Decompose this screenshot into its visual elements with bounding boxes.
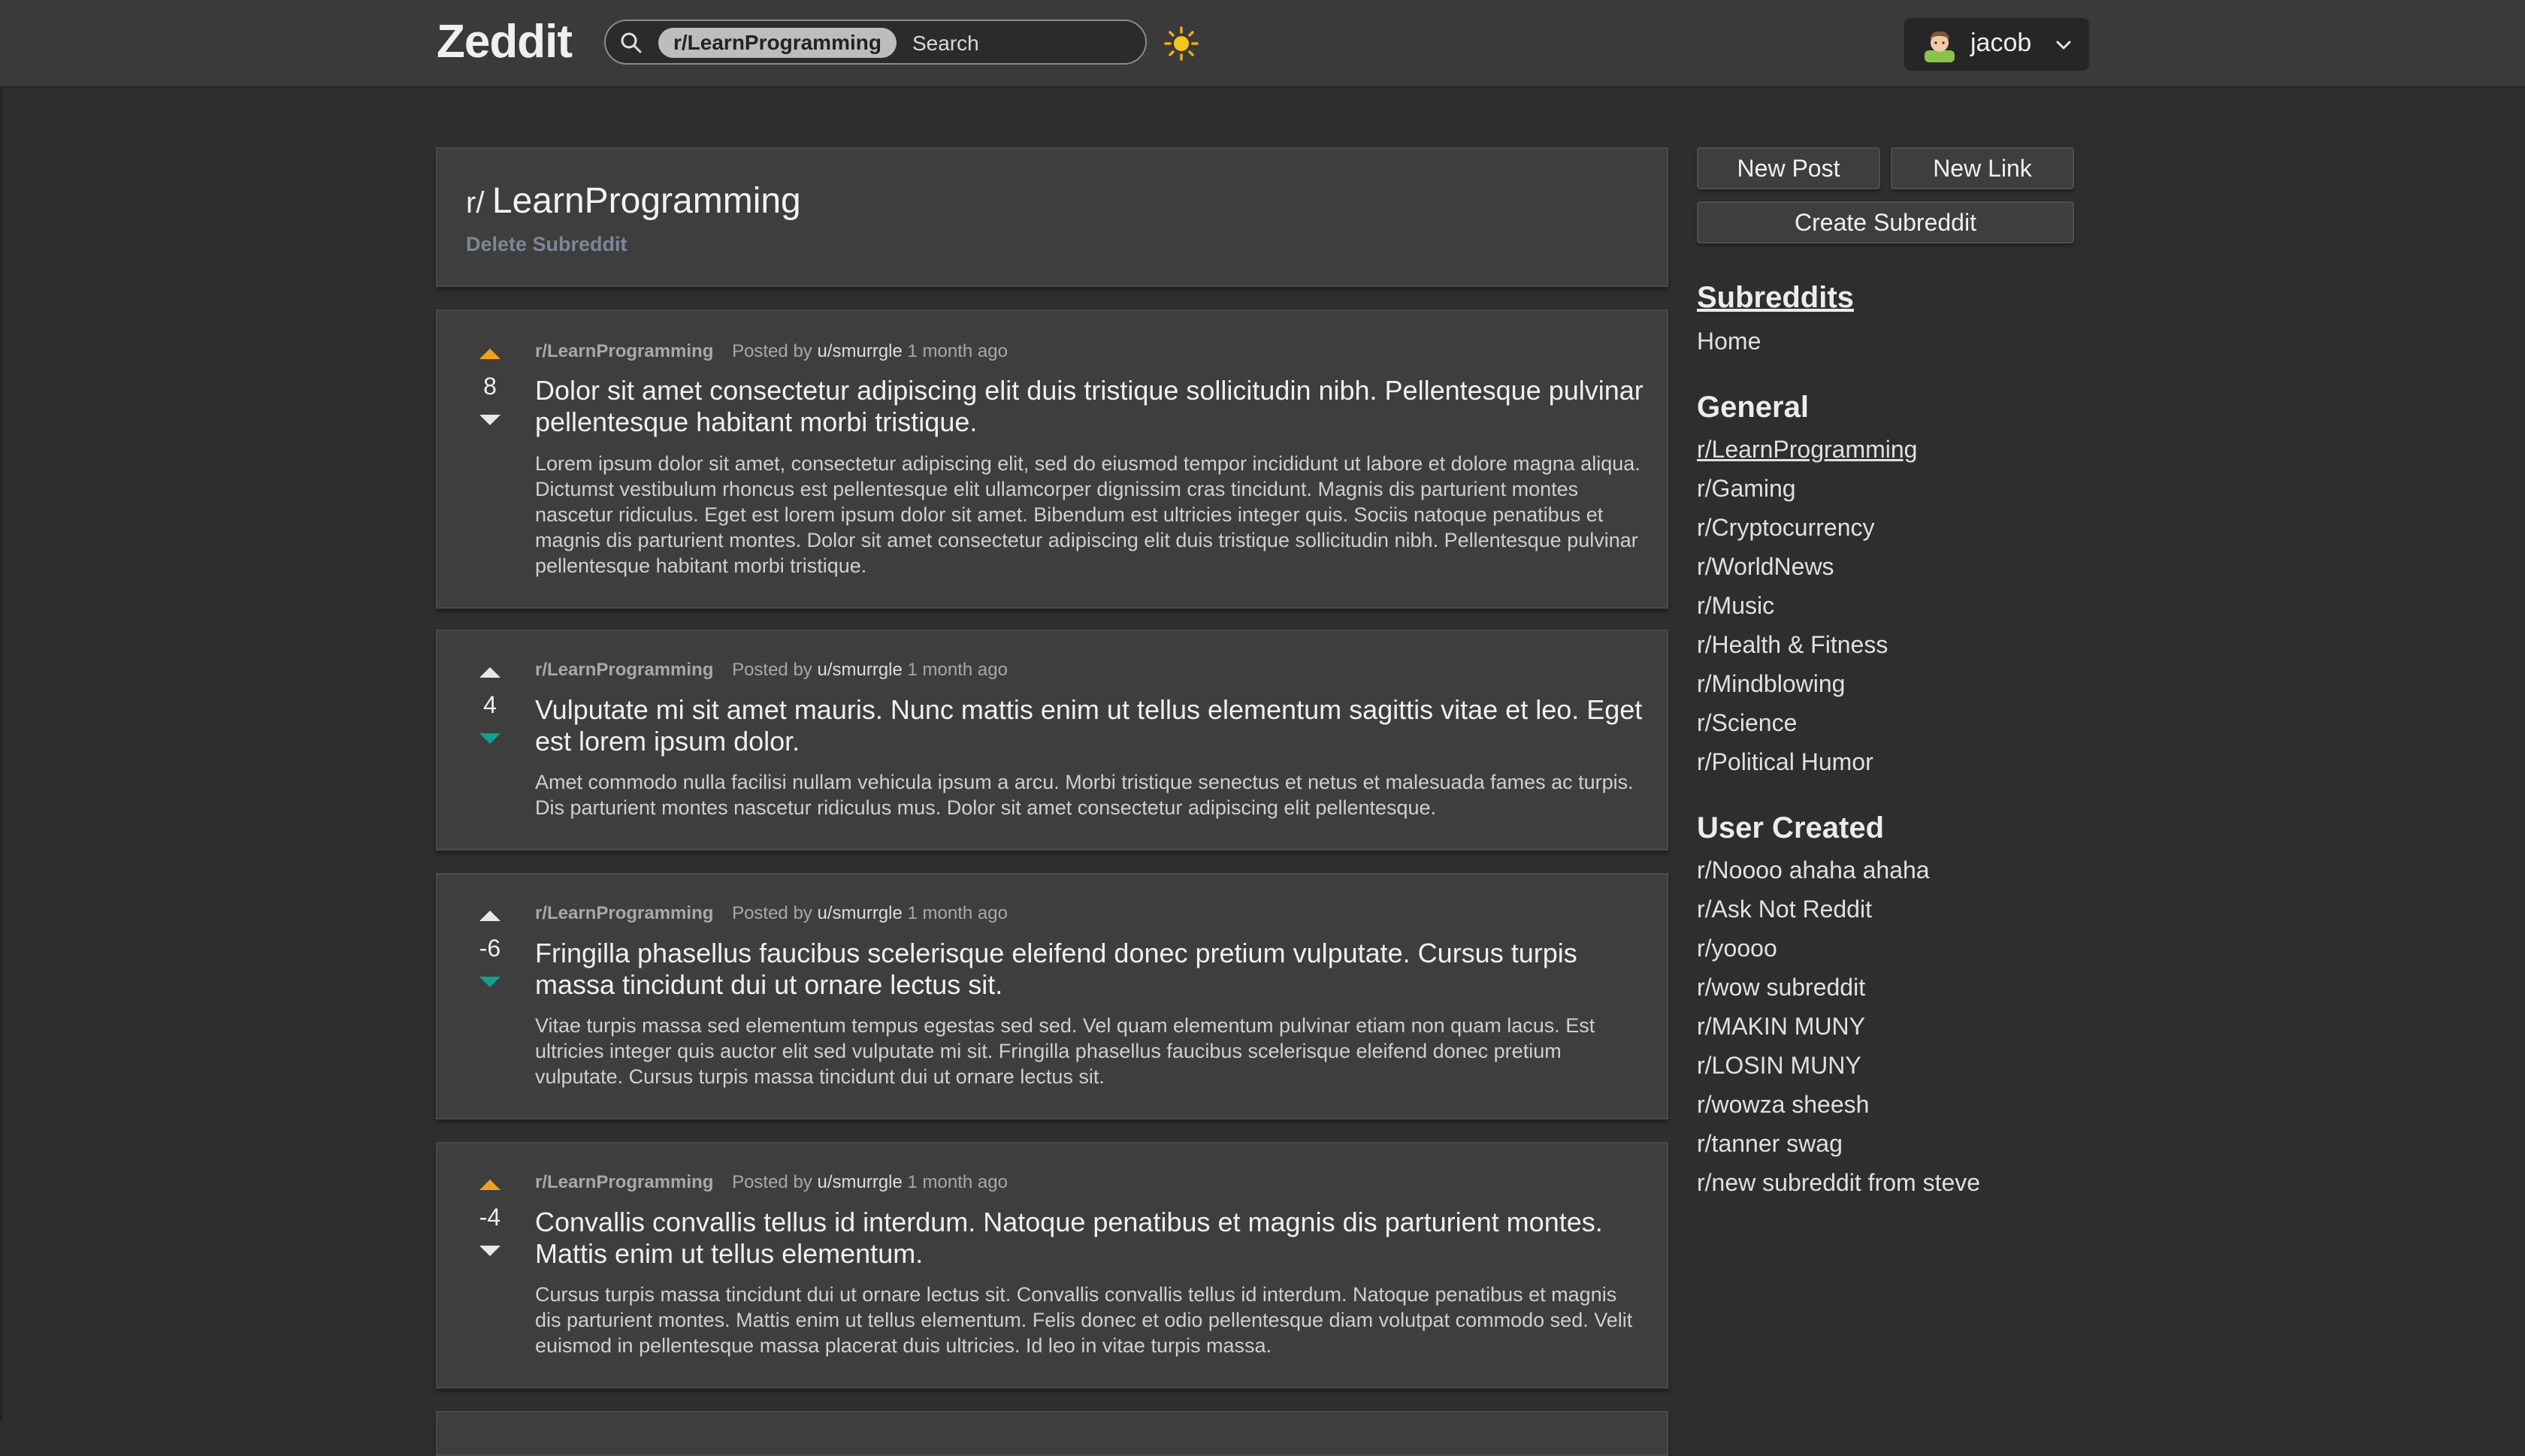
user-created-heading: User Created xyxy=(1697,811,1885,844)
post-author-link[interactable]: u/smurrgle xyxy=(817,1172,902,1192)
delete-subreddit-link[interactable]: Delete Subreddit xyxy=(466,233,627,256)
posted-by-label: Posted by xyxy=(732,341,812,361)
new-link-button[interactable]: New Link xyxy=(1891,147,2074,189)
subreddit-prefix: r/ xyxy=(466,186,485,219)
post-title[interactable]: Dolor sit amet consectetur adipiscing el… xyxy=(535,375,1647,438)
post-meta: r/LearnProgramming Posted by u/smurrgle … xyxy=(535,903,1008,924)
logo[interactable]: Zeddit xyxy=(437,15,573,68)
downvote-icon[interactable] xyxy=(476,729,503,748)
post-score: -4 xyxy=(479,1204,501,1231)
avatar xyxy=(1925,31,1955,62)
upvote-icon[interactable] xyxy=(476,906,503,926)
post-meta: r/LearnProgramming Posted by u/smurrgle … xyxy=(535,660,1008,681)
post-card[interactable]: 4 r/LearnProgramming Posted by u/smurrgl… xyxy=(436,630,1668,850)
post-time: 1 month ago xyxy=(907,341,1008,361)
sidebar-item-health-fitness[interactable]: r/Health & Fitness xyxy=(1697,631,1888,659)
post-score: 4 xyxy=(483,691,497,718)
post-title[interactable]: Convallis convallis tellus id interdum. … xyxy=(535,1207,1647,1270)
downvote-icon[interactable] xyxy=(476,972,503,992)
chevron-down-icon xyxy=(2056,41,2071,50)
left-edge xyxy=(0,86,2,1421)
sidebar-item-music[interactable]: r/Music xyxy=(1697,592,1774,620)
sidebar-item-user-created[interactable]: r/yoooo xyxy=(1697,935,1777,962)
subreddits-heading[interactable]: Subreddits xyxy=(1697,281,1854,315)
post-time: 1 month ago xyxy=(907,903,1008,923)
post-card[interactable]: -6 r/LearnProgramming Posted by u/smurrg… xyxy=(436,873,1668,1119)
post-time: 1 month ago xyxy=(907,1172,1008,1192)
sidebar-item-mindblowing[interactable]: r/Mindblowing xyxy=(1697,670,1845,698)
sidebar-item-user-created[interactable]: r/new subreddit from steve xyxy=(1697,1169,1980,1197)
sidebar-item-science[interactable]: r/Science xyxy=(1697,709,1797,737)
post-author-link[interactable]: u/smurrgle xyxy=(817,341,902,361)
post-subreddit-link[interactable]: r/LearnProgramming xyxy=(535,903,713,923)
post-author-link[interactable]: u/smurrgle xyxy=(817,660,902,680)
create-subreddit-button[interactable]: Create Subreddit xyxy=(1697,201,2074,243)
sidebar-item-political-humor[interactable]: r/Political Humor xyxy=(1697,748,1873,776)
post-subreddit-link[interactable]: r/LearnProgramming xyxy=(535,660,713,680)
vote-controls: 4 xyxy=(467,663,513,748)
downvote-icon[interactable] xyxy=(476,1241,503,1261)
post-score: 8 xyxy=(483,373,497,400)
subreddit-name: LearnProgramming xyxy=(491,181,801,221)
vote-controls: -6 xyxy=(467,906,513,992)
search-bar[interactable]: r/LearnProgramming xyxy=(604,20,1147,65)
post-score: -6 xyxy=(479,935,501,962)
post-author-link[interactable]: u/smurrgle xyxy=(817,903,902,923)
sidebar-item-user-created[interactable]: r/tanner swag xyxy=(1697,1130,1843,1158)
posted-by-label: Posted by xyxy=(732,903,812,923)
vote-controls: 8 xyxy=(467,344,513,430)
post-body: Amet commodo nulla facilisi nullam vehic… xyxy=(535,771,1634,819)
top-navbar: Zeddit r/LearnProgramming jacob xyxy=(0,0,2525,88)
post-subreddit-link[interactable]: r/LearnProgramming xyxy=(535,1172,713,1192)
sidebar-item-cryptocurrency[interactable]: r/Cryptocurrency xyxy=(1697,514,1875,542)
upvote-icon[interactable] xyxy=(476,663,503,682)
post-body: Vitae turpis massa sed elementum tempus … xyxy=(535,1014,1595,1088)
post-card[interactable]: 8 r/LearnProgramming Posted by u/smurrgl… xyxy=(436,310,1668,609)
post-title[interactable]: Vulputate mi sit amet mauris. Nunc matti… xyxy=(535,694,1647,757)
upvote-icon[interactable] xyxy=(476,1175,503,1195)
posted-by-label: Posted by xyxy=(732,1172,812,1192)
sidebar-item-worldnews[interactable]: r/WorldNews xyxy=(1697,553,1834,581)
sidebar-item-user-created[interactable]: r/wow subreddit xyxy=(1697,974,1865,1001)
post-title[interactable]: Fringilla phasellus faucibus scelerisque… xyxy=(535,938,1647,1001)
downvote-icon[interactable] xyxy=(476,410,503,430)
sidebar-item-user-created[interactable]: r/Ask Not Reddit xyxy=(1697,896,1872,923)
username: jacob xyxy=(1970,29,2032,57)
sidebar-item-home[interactable]: Home xyxy=(1697,328,1761,355)
general-heading: General xyxy=(1697,391,1809,424)
subreddit-header-card: r/ LearnProgramming Delete Subreddit xyxy=(436,147,1668,287)
user-menu-button[interactable]: jacob xyxy=(1904,18,2089,71)
post-body: Cursus turpis massa tincidunt dui ut orn… xyxy=(535,1283,1633,1357)
upvote-icon[interactable] xyxy=(476,344,503,364)
post-meta: r/LearnProgramming Posted by u/smurrgle … xyxy=(535,1172,1008,1193)
sidebar-item-user-created[interactable]: r/LOSIN MUNY xyxy=(1697,1052,1861,1080)
sidebar-item-user-created[interactable]: r/MAKIN MUNY xyxy=(1697,1013,1865,1041)
subreddit-title: r/ LearnProgramming xyxy=(466,180,801,222)
vote-controls: -4 xyxy=(467,1175,513,1261)
sidebar-item-user-created[interactable]: r/Noooo ahaha ahaha xyxy=(1697,856,1930,884)
search-icon xyxy=(621,32,642,53)
sidebar-item-learnprogramming[interactable]: r/LearnProgramming xyxy=(1697,436,1917,464)
posted-by-label: Posted by xyxy=(732,660,812,680)
post-subreddit-link[interactable]: r/LearnProgramming xyxy=(535,341,713,361)
search-input[interactable] xyxy=(911,27,1132,60)
post-meta: r/LearnProgramming Posted by u/smurrgle … xyxy=(535,341,1008,362)
sun-icon[interactable] xyxy=(1163,26,1199,62)
post-time: 1 month ago xyxy=(907,660,1008,680)
sidebar-item-gaming[interactable]: r/Gaming xyxy=(1697,475,1796,503)
post-body: Lorem ipsum dolor sit amet, consectetur … xyxy=(535,452,1640,577)
search-subreddit-chip[interactable]: r/LearnProgramming xyxy=(658,28,897,58)
sidebar-item-user-created[interactable]: r/wowza sheesh xyxy=(1697,1091,1869,1119)
post-card[interactable]: -4 r/LearnProgramming Posted by u/smurrg… xyxy=(436,1142,1668,1388)
post-card[interactable] xyxy=(436,1411,1668,1456)
new-post-button[interactable]: New Post xyxy=(1697,147,1880,189)
